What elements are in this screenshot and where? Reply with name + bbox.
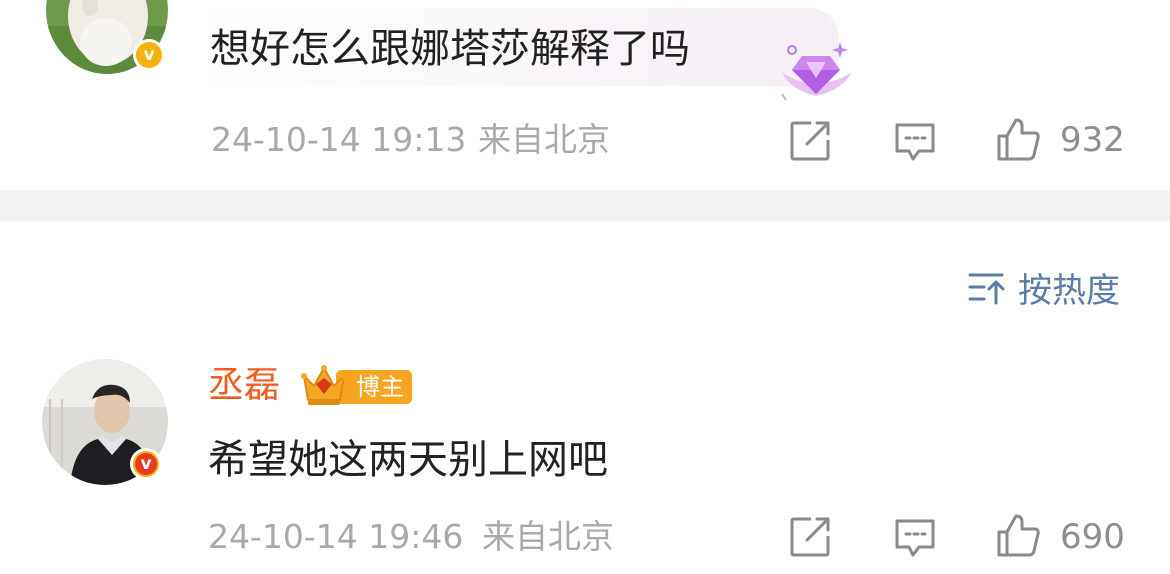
like-count: 690 <box>1060 517 1125 557</box>
username[interactable]: 丞磊 <box>208 368 280 404</box>
verified-badge: v <box>130 448 162 480</box>
comment-location: 来自北京 <box>478 120 610 159</box>
sort-icon <box>968 273 1005 305</box>
host-badge: 博主 <box>300 364 412 408</box>
comment-icon[interactable] <box>893 517 937 559</box>
comment-location: 来自北京 <box>482 517 614 556</box>
comment-text: 想好怎么跟娜塔莎解释了吗 <box>210 26 690 72</box>
like-icon[interactable] <box>996 116 1042 162</box>
verified-badge: v <box>133 39 165 71</box>
comment-text: 希望她这两天别上网吧 <box>208 437 608 483</box>
comment-timestamp: 24-10-14 19:46 <box>208 517 464 556</box>
sort-by-hot-button[interactable]: 按热度 <box>968 266 1120 311</box>
crown-badge-icon <box>301 365 347 405</box>
comment-icon[interactable] <box>893 121 937 163</box>
like-count: 932 <box>1060 120 1125 160</box>
comment-timestamp: 24-10-14 19:13 <box>211 120 467 159</box>
diamond-fan-badge-icon <box>781 42 852 101</box>
sort-label: 按热度 <box>1018 270 1120 311</box>
comments-page: v 想好怎么跟娜塔莎解释了吗 24-10-14 19:13 来自北京 932 按… <box>0 0 1170 574</box>
like-icon[interactable] <box>996 512 1042 558</box>
share-icon[interactable] <box>789 516 833 558</box>
section-divider <box>0 190 1170 221</box>
share-icon[interactable] <box>789 120 833 162</box>
